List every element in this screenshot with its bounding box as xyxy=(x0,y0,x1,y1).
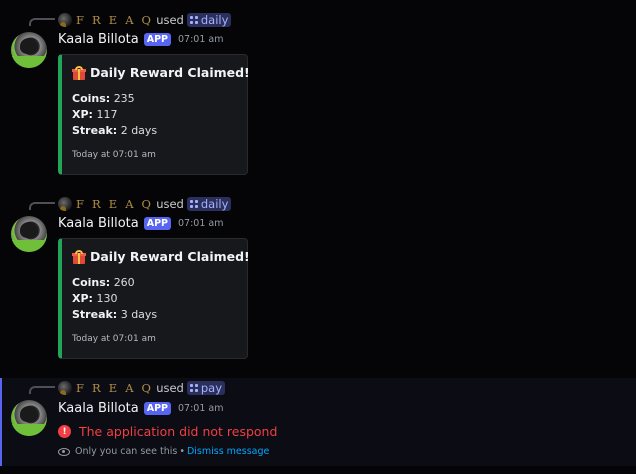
coins-field: Coins: 235 xyxy=(72,92,135,105)
command-connector xyxy=(29,202,55,210)
command-name: pay xyxy=(200,381,223,395)
username[interactable]: Kaala Billota xyxy=(58,401,139,416)
separator: • xyxy=(179,446,185,457)
slash-command-icon xyxy=(189,200,198,208)
app-badge: APP xyxy=(143,217,171,230)
streak-field: Streak: 2 days xyxy=(72,124,157,137)
reward-embed: Daily Reward Claimed! Coins: 260 XP: 130… xyxy=(58,238,250,359)
xp-field: XP: 117 xyxy=(72,108,117,121)
embed-title: Daily Reward Claimed! xyxy=(72,65,250,80)
username[interactable]: Kaala Billota xyxy=(58,32,139,47)
slash-command-icon xyxy=(189,16,198,24)
used-label: used xyxy=(156,381,184,395)
reward-embed: Daily Reward Claimed! Coins: 235 XP: 117… xyxy=(58,54,250,175)
app-badge: APP xyxy=(143,402,171,415)
coins-label: Coins: xyxy=(72,92,111,105)
command-chip[interactable]: daily xyxy=(186,197,232,211)
embed-title-text: Daily Reward Claimed! xyxy=(90,65,250,80)
embed-footer: Today at 07:01 am xyxy=(72,150,156,160)
invoker-name[interactable]: F R E A Q xyxy=(76,13,153,27)
message-ephemeral: F R E A Q used pay Kaala Billota APP 07:… xyxy=(0,378,636,466)
gift-icon xyxy=(72,65,86,80)
command-chip[interactable]: pay xyxy=(186,381,226,395)
coins-value: 260 xyxy=(113,276,135,289)
embed-title: Daily Reward Claimed! xyxy=(72,249,250,264)
xp-value: 117 xyxy=(96,108,118,121)
message: F R E A Q used daily Kaala Billota APP 0… xyxy=(0,8,636,178)
streak-value: 2 days xyxy=(120,124,158,137)
xp-field: XP: 130 xyxy=(72,292,117,305)
streak-field: Streak: 3 days xyxy=(72,308,157,321)
avatar[interactable] xyxy=(11,216,47,252)
ephemeral-notice: Only you can see this • Dismiss message xyxy=(58,446,269,457)
app-badge: APP xyxy=(143,33,171,46)
invoker-avatar[interactable] xyxy=(58,381,72,395)
command-name: daily xyxy=(200,197,229,211)
xp-value: 130 xyxy=(96,292,118,305)
invoker-avatar[interactable] xyxy=(58,197,72,211)
gift-icon xyxy=(72,249,86,264)
message-header: Kaala Billota APP 07:01 am xyxy=(58,216,223,231)
invoker-avatar[interactable] xyxy=(58,13,72,27)
command-name: daily xyxy=(200,13,229,27)
embed-title-text: Daily Reward Claimed! xyxy=(90,249,250,264)
command-invocation[interactable]: F R E A Q used pay xyxy=(58,380,226,396)
avatar[interactable] xyxy=(11,32,47,68)
xp-label: XP: xyxy=(72,108,93,121)
error-icon: ! xyxy=(58,425,71,438)
streak-label: Streak: xyxy=(72,308,118,321)
error-message: ! The application did not respond xyxy=(58,424,277,439)
command-invocation[interactable]: F R E A Q used daily xyxy=(58,196,232,212)
message-header: Kaala Billota APP 07:01 am xyxy=(58,32,223,47)
timestamp[interactable]: 07:01 am xyxy=(178,218,223,229)
message-header: Kaala Billota APP 07:01 am xyxy=(58,401,223,416)
embed-footer: Today at 07:01 am xyxy=(72,334,156,344)
used-label: used xyxy=(156,13,184,27)
command-chip[interactable]: daily xyxy=(186,13,232,27)
command-connector xyxy=(29,18,55,26)
coins-label: Coins: xyxy=(72,276,111,289)
used-label: used xyxy=(156,197,184,211)
message: F R E A Q used daily Kaala Billota APP 0… xyxy=(0,192,636,362)
username[interactable]: Kaala Billota xyxy=(58,216,139,231)
command-connector xyxy=(29,386,55,394)
coins-field: Coins: 260 xyxy=(72,276,135,289)
command-invocation[interactable]: F R E A Q used daily xyxy=(58,12,232,28)
invoker-name[interactable]: F R E A Q xyxy=(76,381,153,395)
timestamp[interactable]: 07:01 am xyxy=(178,34,223,45)
ephemeral-text: Only you can see this xyxy=(75,446,178,457)
xp-label: XP: xyxy=(72,292,93,305)
avatar[interactable] xyxy=(11,400,47,436)
streak-value: 3 days xyxy=(120,308,158,321)
dismiss-message-link[interactable]: Dismiss message xyxy=(187,446,269,457)
streak-label: Streak: xyxy=(72,124,118,137)
slash-command-icon xyxy=(189,384,198,392)
eye-icon xyxy=(58,447,70,456)
coins-value: 235 xyxy=(113,92,135,105)
error-text: The application did not respond xyxy=(79,424,278,439)
invoker-name[interactable]: F R E A Q xyxy=(76,197,153,211)
timestamp[interactable]: 07:01 am xyxy=(178,403,223,414)
